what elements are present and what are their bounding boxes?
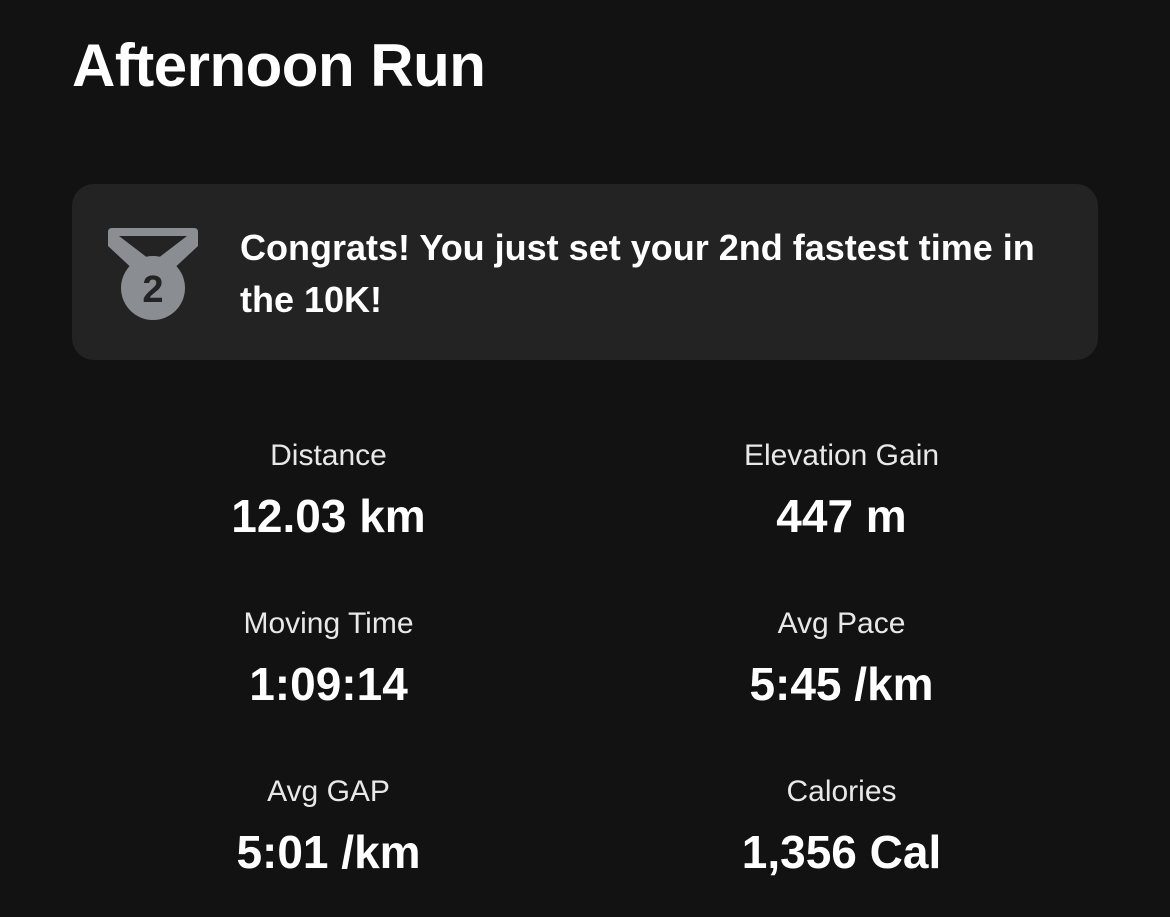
stat-value: 5:01 /km <box>236 826 421 878</box>
stat-avg-gap: Avg GAP 5:01 /km <box>72 772 585 880</box>
achievement-message: Congrats! You just set your 2nd fastest … <box>240 227 1035 320</box>
stat-value: 1,356 Cal <box>741 826 942 878</box>
stat-label: Avg Pace <box>777 607 906 640</box>
achievement-banner[interactable]: 2 Congrats! You just set your 2nd fastes… <box>72 184 1098 360</box>
stat-value: 5:45 /km <box>749 658 934 710</box>
stat-value: 447 m <box>776 490 907 542</box>
stat-calories: Calories 1,356 Cal <box>585 772 1098 880</box>
stat-label: Distance <box>270 439 387 472</box>
stat-moving-time: Moving Time 1:09:14 <box>72 604 585 712</box>
activity-title: Afternoon Run <box>72 32 486 99</box>
stat-label: Elevation Gain <box>743 439 940 472</box>
stat-label: Avg GAP <box>267 775 390 808</box>
stat-label: Moving Time <box>243 607 414 640</box>
activity-summary: Afternoon Run 2 Congrats! You just set y… <box>0 0 1170 917</box>
stat-avg-pace: Avg Pace 5:45 /km <box>585 604 1098 712</box>
stat-value: 12.03 km <box>231 490 426 542</box>
stat-distance: Distance 12.03 km <box>72 436 585 544</box>
stat-label: Calories <box>786 775 897 808</box>
stat-value: 1:09:14 <box>249 658 408 710</box>
medal-rank: 2 <box>142 269 163 311</box>
stat-elevation-gain: Elevation Gain 447 m <box>585 436 1098 544</box>
medal-icon: 2 <box>108 228 198 320</box>
